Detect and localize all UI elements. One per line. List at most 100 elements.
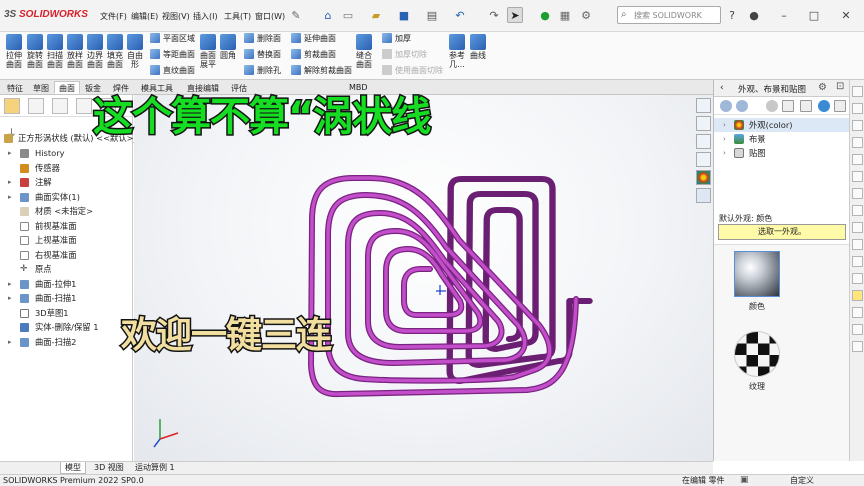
reference-geometry-button[interactable]: 参考几... bbox=[448, 34, 466, 69]
tool-icon-11[interactable] bbox=[852, 256, 863, 267]
view-palette-icon[interactable] bbox=[696, 152, 711, 167]
tool-icon-6[interactable] bbox=[852, 171, 863, 182]
custom-properties-icon[interactable] bbox=[696, 188, 711, 203]
tree-item-history[interactable]: ▸ History bbox=[0, 146, 133, 161]
trim-surface-button[interactable]: 剪裁曲面 bbox=[291, 49, 336, 60]
status-units[interactable]: 自定义 bbox=[790, 475, 814, 486]
delete-hole-button[interactable]: 删除孔 bbox=[244, 65, 281, 76]
dimxpert-icon[interactable] bbox=[76, 98, 92, 114]
menu-tools[interactable]: 工具(T) bbox=[224, 11, 251, 22]
library-icon[interactable] bbox=[782, 100, 794, 112]
property-manager-icon[interactable] bbox=[28, 98, 44, 114]
menu-file[interactable]: 文件(F) bbox=[100, 11, 127, 22]
help-icon[interactable]: ? bbox=[724, 7, 740, 23]
thicken-button[interactable]: 加厚 bbox=[382, 33, 411, 44]
settings-gear-icon[interactable]: ⚙ bbox=[818, 82, 827, 93]
menu-insert[interactable]: 插入(I) bbox=[193, 11, 218, 22]
resources-icon[interactable] bbox=[696, 98, 711, 113]
thickened-cut-button[interactable]: 加厚切除 bbox=[382, 49, 427, 60]
tree-item-appearances-color[interactable]: › 外观(color) bbox=[714, 118, 850, 132]
tree-item-surface-extrude1[interactable]: ▸ 曲面-拉伸1 bbox=[0, 277, 133, 292]
tab-model[interactable]: 模型 bbox=[60, 462, 86, 474]
minimize-icon[interactable]: – bbox=[776, 7, 792, 23]
menu-edit[interactable]: 编辑(E) bbox=[131, 11, 158, 22]
planar-surface-button[interactable]: 平面区域 bbox=[150, 33, 195, 44]
menu-view[interactable]: 视图(V) bbox=[162, 11, 190, 22]
search-input[interactable]: ⌕ 搜索 SOLIDWORK bbox=[617, 6, 721, 24]
lofted-surface-button[interactable]: 放样曲面 bbox=[65, 34, 85, 69]
tree-item-annotations[interactable]: ▸ 注解 bbox=[0, 175, 133, 190]
tool-icon-9[interactable] bbox=[852, 222, 863, 233]
texture-swatch[interactable] bbox=[734, 331, 780, 377]
revolved-surface-button[interactable]: 旋转曲面 bbox=[25, 34, 45, 69]
extend-surface-button[interactable]: 延伸曲面 bbox=[291, 33, 336, 44]
tool-icon-16[interactable] bbox=[852, 341, 863, 352]
tool-icon-10[interactable] bbox=[852, 239, 863, 250]
user-icon[interactable]: ● bbox=[746, 7, 762, 23]
tool-icon-4[interactable] bbox=[852, 137, 863, 148]
select-cursor-icon[interactable]: ➤ bbox=[507, 7, 523, 23]
untrim-surface-button[interactable]: 解除剪裁曲面 bbox=[291, 65, 352, 76]
rebuild-icon[interactable]: ▣ bbox=[740, 475, 749, 486]
graphics-area[interactable] bbox=[134, 95, 713, 461]
tool-icon-1[interactable] bbox=[852, 86, 863, 97]
configuration-manager-icon[interactable] bbox=[52, 98, 68, 114]
tool-icon-15[interactable] bbox=[852, 324, 863, 335]
freeform-button[interactable]: 自由形 bbox=[125, 34, 145, 69]
ruled-surface-button[interactable]: 直纹曲面 bbox=[150, 65, 195, 76]
menu-window[interactable]: 窗口(W) bbox=[255, 11, 285, 22]
surface-flatten-button[interactable]: 曲面展平 bbox=[199, 34, 217, 69]
options-gear-icon[interactable]: ⚙ bbox=[578, 7, 594, 23]
tree-item-decals[interactable]: › 贴图 bbox=[714, 146, 850, 160]
tree-item-origin[interactable]: ✛ 原点 bbox=[0, 262, 133, 277]
tab-3d-views[interactable]: 3D 视图 bbox=[90, 462, 128, 474]
delete-face-button[interactable]: 删除面 bbox=[244, 33, 281, 44]
open-folder-icon[interactable]: ▰ bbox=[368, 7, 384, 23]
tool-icon-14[interactable] bbox=[852, 307, 863, 318]
folder-icon[interactable] bbox=[800, 100, 812, 112]
extruded-surface-button[interactable]: 拉伸曲面 bbox=[4, 34, 24, 69]
tool-icon-7[interactable] bbox=[852, 188, 863, 199]
tree-item-surface-sweep1[interactable]: ▸ 曲面-扫描1 bbox=[0, 291, 133, 306]
save-icon[interactable]: ■ bbox=[396, 7, 412, 23]
swept-surface-button[interactable]: 扫描曲面 bbox=[45, 34, 65, 69]
pin-icon[interactable]: ⊡ bbox=[836, 81, 844, 92]
undo-icon[interactable]: ↶ bbox=[452, 7, 468, 23]
back-icon[interactable] bbox=[720, 100, 732, 112]
close-icon[interactable]: ✕ bbox=[838, 7, 854, 23]
solidworks-logo[interactable]: 3S SOLIDWORKS bbox=[4, 9, 88, 20]
tool-icon-13[interactable] bbox=[852, 290, 863, 301]
maximize-icon[interactable]: □ bbox=[806, 7, 822, 23]
tool-icon-2[interactable] bbox=[852, 103, 863, 114]
tree-item-sensors[interactable]: 传感器 bbox=[0, 161, 133, 176]
tool-icon-5[interactable] bbox=[852, 154, 863, 165]
tree-item-scenes[interactable]: › 布景 bbox=[714, 132, 850, 146]
feature-manager-icon[interactable] bbox=[4, 98, 20, 114]
filled-surface-button[interactable]: 填充曲面 bbox=[105, 34, 125, 69]
tree-item-surface-bodies[interactable]: ▸ 曲面实体(1) bbox=[0, 190, 133, 205]
tab-motion-study[interactable]: 运动算例 1 bbox=[131, 462, 179, 474]
offset-surface-button[interactable]: 等距曲面 bbox=[150, 49, 195, 60]
color-swatch[interactable] bbox=[734, 251, 780, 297]
tree-item-body-delete-keep1[interactable]: 实体-删除/保留 1 bbox=[0, 320, 133, 335]
appearances-tab-icon[interactable] bbox=[696, 170, 711, 185]
design-library-icon[interactable] bbox=[696, 116, 711, 131]
tree-item-material[interactable]: 材质 <未指定> bbox=[0, 204, 133, 219]
print-icon[interactable]: ▤ bbox=[424, 7, 440, 23]
back-arrow-icon[interactable]: ‹ bbox=[720, 83, 724, 93]
tree-item-right-plane[interactable]: 右视基准面 bbox=[0, 248, 133, 263]
traffic-light-icon[interactable]: ● bbox=[537, 7, 553, 23]
file-explorer-icon[interactable] bbox=[696, 134, 711, 149]
tree-item-3d-sketch1[interactable]: 3D草图1 bbox=[0, 306, 133, 321]
replace-face-button[interactable]: 替换面 bbox=[244, 49, 281, 60]
knit-surface-button[interactable]: 缝合曲面 bbox=[355, 34, 373, 69]
cut-with-surface-button[interactable]: 使用曲面切除 bbox=[382, 65, 443, 76]
forward-icon[interactable] bbox=[736, 100, 748, 112]
curves-button[interactable]: 曲线 bbox=[469, 34, 487, 60]
list-view-icon[interactable] bbox=[834, 100, 846, 112]
tab-surfaces[interactable]: 曲面 bbox=[54, 81, 80, 94]
fillet-button[interactable]: 圆角 bbox=[219, 34, 237, 60]
refresh-icon[interactable] bbox=[818, 100, 830, 112]
tool-icon-8[interactable] bbox=[852, 205, 863, 216]
tool-icon-3[interactable] bbox=[852, 120, 863, 131]
